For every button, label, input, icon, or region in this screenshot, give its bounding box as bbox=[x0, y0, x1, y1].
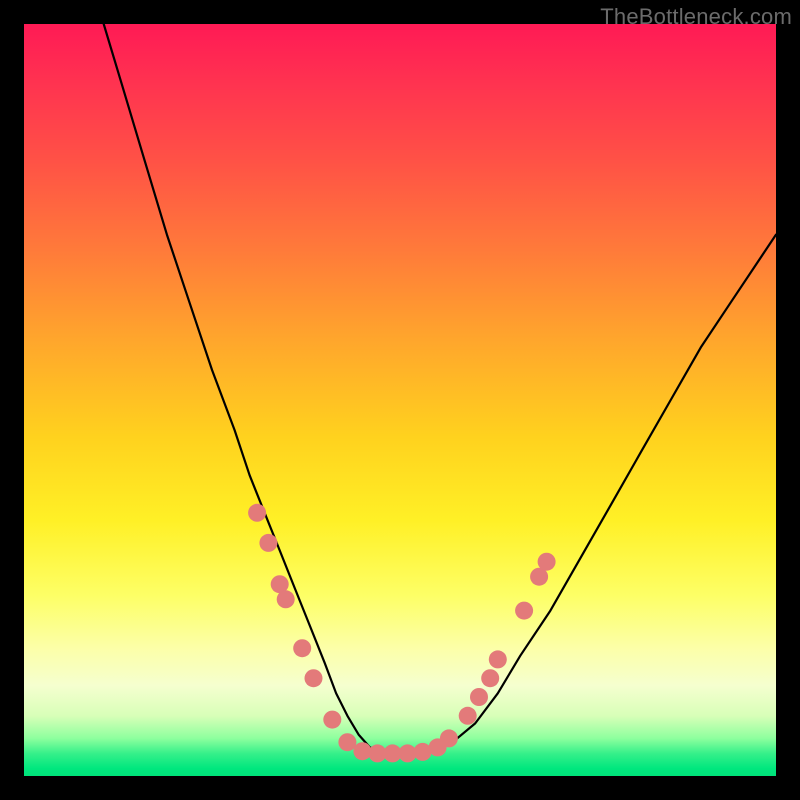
data-dot bbox=[440, 729, 458, 747]
data-dot bbox=[470, 688, 488, 706]
plot-area bbox=[24, 24, 776, 776]
data-dot bbox=[248, 504, 266, 522]
data-dot bbox=[338, 733, 356, 751]
data-dot bbox=[259, 534, 277, 552]
data-dot bbox=[323, 711, 341, 729]
bottleneck-curve bbox=[104, 24, 776, 753]
chart-container: TheBottleneck.com bbox=[0, 0, 800, 800]
data-dot bbox=[293, 639, 311, 657]
data-dot bbox=[538, 553, 556, 571]
data-dot bbox=[481, 669, 499, 687]
data-dot bbox=[277, 590, 295, 608]
data-dot bbox=[515, 602, 533, 620]
curve-overlay bbox=[24, 24, 776, 776]
data-dot bbox=[459, 707, 477, 725]
data-dots bbox=[248, 504, 555, 763]
data-dot bbox=[305, 669, 323, 687]
data-dot bbox=[489, 650, 507, 668]
